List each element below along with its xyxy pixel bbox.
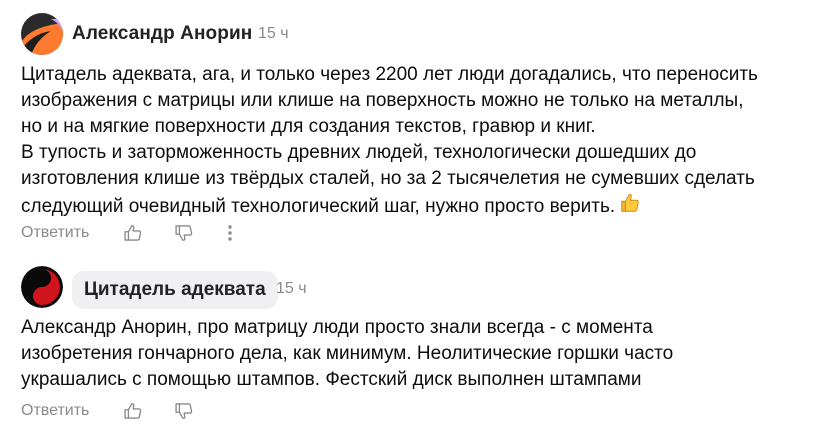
like-button[interactable]	[121, 221, 145, 245]
dislike-button[interactable]	[172, 399, 196, 423]
thumbs-down-outline-icon	[175, 403, 193, 419]
comment-time: 15 ч	[258, 25, 289, 42]
more-options-button[interactable]	[218, 221, 242, 245]
comment-text-line: изображения с матрицы или клише на повер…	[21, 90, 744, 111]
thumbs-up-outline-icon	[124, 225, 142, 241]
comment-text-line: Александр Анорин, про матрицу люди прост…	[21, 317, 653, 338]
thumbs-up-icon	[619, 192, 641, 222]
comment-time: 15 ч	[276, 280, 307, 297]
reply-button[interactable]: Ответить	[21, 224, 121, 242]
comment-text-line: В тупость и заторможенность древних люде…	[21, 142, 697, 163]
comment-text: Цитадель адеквата, ага, и только через 2…	[21, 62, 811, 222]
avatar-image	[21, 13, 63, 55]
comment-text-line-last: следующий очевидный технологический шаг,…	[21, 192, 811, 222]
author-name[interactable]: Цитадель адеквата	[84, 279, 266, 301]
author-name[interactable]: Александр Анорин	[72, 23, 252, 45]
vertical-ellipsis-icon	[228, 225, 232, 241]
comment-text-line: украшались с помощью штампов. Фестский д…	[21, 369, 642, 390]
comment-text: Александр Анорин, про матрицу люди прост…	[21, 315, 811, 393]
reply-button[interactable]: Ответить	[21, 402, 121, 420]
comment-actions: Ответить	[21, 221, 242, 245]
comment-text-line: изготовления клише из твёрдых сталей, но…	[21, 168, 755, 189]
comment-text-line: но и на мягкие поверхности для создания …	[21, 116, 596, 137]
avatar[interactable]	[21, 13, 63, 55]
comment-actions: Ответить	[21, 399, 196, 423]
thumbs-up-outline-icon	[124, 403, 142, 419]
comment-text-line: изобретения гончарного дела, как минимум…	[21, 343, 674, 364]
thumbs-down-outline-icon	[175, 225, 193, 241]
avatar[interactable]	[21, 266, 63, 308]
dislike-button[interactable]	[172, 221, 196, 245]
comment-text-line: следующий очевидный технологический шаг,…	[21, 196, 616, 217]
yin-yang-avatar-image	[21, 266, 63, 308]
author-chip[interactable]: Цитадель адеквата	[72, 271, 278, 309]
like-button[interactable]	[121, 399, 145, 423]
comment-text-line: Цитадель адеквата, ага, и только через 2…	[21, 64, 758, 85]
